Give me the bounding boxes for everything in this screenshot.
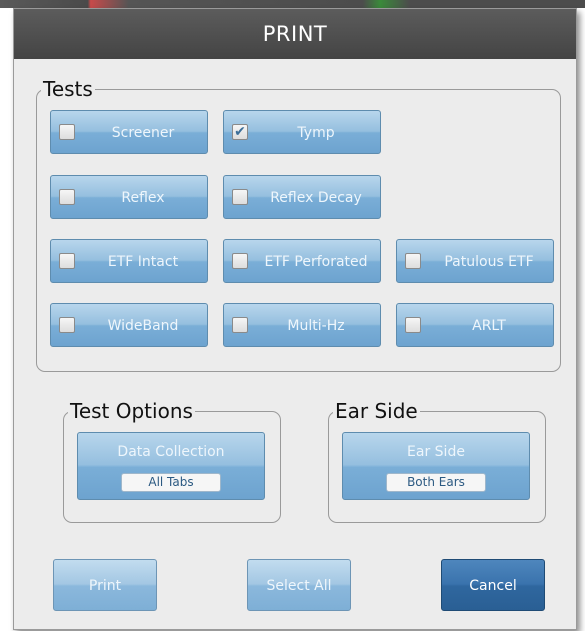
background-window-strip bbox=[0, 0, 585, 8]
test-toggle-etf-intact[interactable]: ETF Intact bbox=[50, 239, 208, 283]
checkbox[interactable] bbox=[405, 317, 421, 333]
checkbox[interactable] bbox=[59, 124, 75, 140]
test-toggle-multi-hz[interactable]: Multi-Hz bbox=[223, 303, 381, 347]
checkbox[interactable] bbox=[232, 317, 248, 333]
test-toggle-tymp[interactable]: ✔ Tymp bbox=[223, 110, 381, 154]
ear-side-selector[interactable]: Ear Side Both Ears bbox=[342, 432, 530, 500]
test-toggle-wideband[interactable]: WideBand bbox=[50, 303, 208, 347]
test-label: ETF Intact bbox=[107, 254, 179, 270]
test-options-legend: Test Options bbox=[70, 399, 193, 423]
cancel-button[interactable]: Cancel bbox=[441, 559, 545, 611]
test-label: Patulous ETF bbox=[444, 254, 534, 270]
test-label: ETF Perforated bbox=[264, 254, 368, 270]
data-collection-value[interactable]: All Tabs bbox=[121, 473, 221, 492]
data-collection-title: Data Collection bbox=[117, 444, 225, 460]
data-collection-selector[interactable]: Data Collection All Tabs bbox=[77, 432, 265, 500]
checkbox[interactable]: ✔ bbox=[232, 124, 248, 140]
test-label: WideBand bbox=[107, 318, 179, 334]
tests-legend: Tests bbox=[43, 77, 93, 101]
ear-side-legend: Ear Side bbox=[335, 399, 418, 423]
test-label: Reflex Decay bbox=[270, 190, 362, 206]
checkbox[interactable] bbox=[59, 189, 75, 205]
checkbox[interactable] bbox=[59, 317, 75, 333]
test-label: Screener bbox=[111, 125, 175, 141]
test-toggle-reflex[interactable]: Reflex bbox=[50, 175, 208, 219]
test-toggle-arlt[interactable]: ARLT bbox=[396, 303, 554, 347]
test-label: Tymp bbox=[297, 125, 335, 141]
test-label: Reflex bbox=[121, 190, 165, 206]
ear-side-title: Ear Side bbox=[407, 444, 465, 460]
checkbox[interactable] bbox=[232, 189, 248, 205]
test-toggle-screener[interactable]: Screener bbox=[50, 110, 208, 154]
dialog-title: PRINT bbox=[14, 9, 576, 59]
test-label: ARLT bbox=[472, 318, 506, 334]
test-toggle-etf-perforated[interactable]: ETF Perforated bbox=[223, 239, 381, 283]
checkbox[interactable] bbox=[405, 253, 421, 269]
ear-side-value[interactable]: Both Ears bbox=[386, 473, 486, 492]
print-dialog: PRINT Tests Screener ✔ Tymp Reflex Refle… bbox=[13, 8, 577, 630]
test-toggle-reflex-decay[interactable]: Reflex Decay bbox=[223, 175, 381, 219]
test-label: Multi-Hz bbox=[287, 318, 345, 334]
select-all-button[interactable]: Select All bbox=[247, 559, 351, 611]
checkbox[interactable] bbox=[232, 253, 248, 269]
print-button[interactable]: Print bbox=[53, 559, 157, 611]
test-toggle-patulous-etf[interactable]: Patulous ETF bbox=[396, 239, 554, 283]
checkbox[interactable] bbox=[59, 253, 75, 269]
